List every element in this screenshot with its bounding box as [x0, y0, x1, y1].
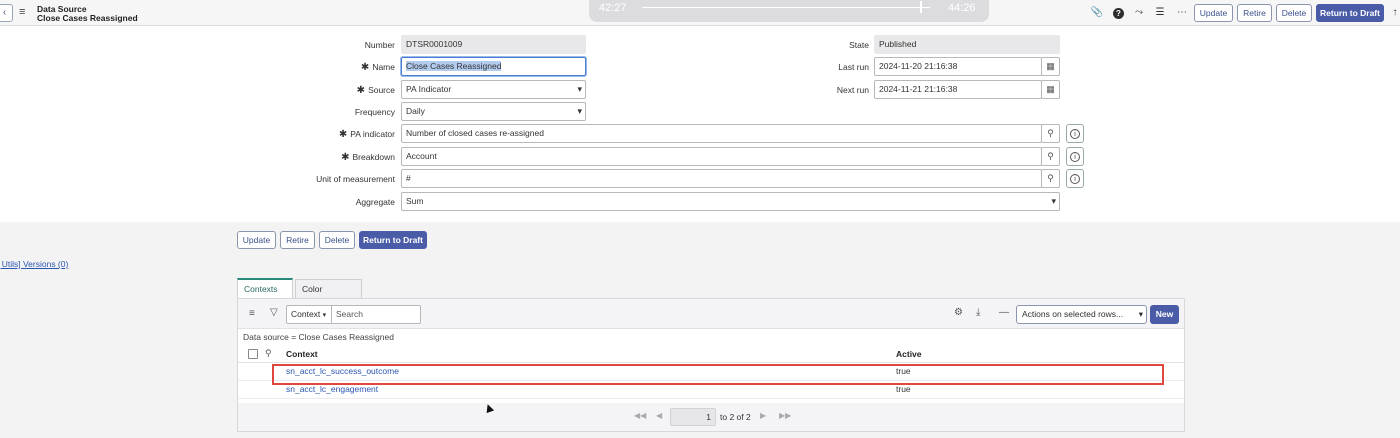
name-field[interactable]: Close Cases Reassigned — [401, 57, 586, 76]
list-menu-icon[interactable]: ≡ — [249, 308, 255, 319]
unit-label: Unit of measurement — [316, 174, 395, 184]
more-icon[interactable]: ⋯ — [1175, 6, 1189, 20]
video-progress-thumb[interactable] — [920, 1, 922, 13]
attachment-icon[interactable]: 📎 — [1090, 6, 1104, 20]
required-icon: ✱ — [341, 152, 350, 163]
video-elapsed: 42:27 — [599, 2, 627, 14]
related-links[interactable]: [ Utils] Versions (0) — [0, 259, 68, 269]
prev-page-icon[interactable]: ◀ — [656, 411, 662, 420]
retire-button[interactable]: Retire — [1237, 4, 1272, 22]
page-input[interactable]: 1 — [670, 408, 716, 426]
video-overlay: 42:27 44:26 — [589, 0, 989, 22]
number-field: DTSR0001009 — [401, 35, 586, 54]
aggregate-label: Aggregate — [355, 197, 395, 207]
pagination: ◀◀ ◀ 1 to 2 of 2 ▶ ▶▶ — [238, 403, 1184, 431]
search-icon[interactable]: ⚲ — [1041, 147, 1060, 166]
column-active[interactable]: Active — [896, 349, 922, 359]
return-to-draft-button-bottom[interactable]: Return to Draft — [359, 231, 427, 249]
frequency-select[interactable]: Daily — [401, 102, 586, 121]
collapse-icon[interactable]: — — [999, 307, 1009, 318]
delete-button[interactable]: Delete — [1276, 4, 1312, 22]
calendar-icon[interactable]: ▦ — [1041, 57, 1060, 76]
return-to-draft-button[interactable]: Return to Draft — [1316, 4, 1384, 22]
last-run-label: Last run — [838, 62, 869, 72]
retire-button-bottom[interactable]: Retire — [280, 231, 315, 249]
next-page-icon[interactable]: ▶ — [760, 411, 766, 420]
video-progress-track[interactable] — [642, 7, 930, 8]
menu-icon[interactable]: ≡ — [19, 6, 29, 18]
actions-select[interactable]: Actions on selected rows... — [1016, 305, 1147, 324]
back-icon[interactable]: ‹ — [0, 4, 13, 22]
required-icon: ✱ — [360, 62, 370, 73]
scroll-up-icon[interactable]: ↑ — [1388, 6, 1400, 20]
select-all-checkbox[interactable] — [248, 349, 258, 359]
unit-field[interactable]: # — [401, 169, 1042, 188]
list-toolbar: ≡ ▽ Context ▾ Search ⚙ ⤓ — Actions on se… — [238, 299, 1184, 329]
search-icon[interactable]: ⚲ — [1041, 124, 1060, 143]
filter-icon[interactable]: ▽ — [270, 307, 278, 318]
gear-icon[interactable]: ⚙ — [954, 307, 963, 318]
column-search-icon[interactable]: ⚲ — [265, 348, 272, 359]
last-page-icon[interactable]: ▶▶ — [779, 411, 791, 420]
highlight-box — [272, 364, 1164, 385]
required-icon: ✱ — [338, 129, 348, 140]
search-input[interactable]: Search — [331, 305, 421, 324]
settings-icon[interactable]: ☰ — [1153, 6, 1167, 20]
tab-color-bandings[interactable]: Color Bandings — [295, 279, 362, 313]
help-icon[interactable]: ? — [1113, 8, 1124, 19]
update-button[interactable]: Update — [1194, 4, 1233, 22]
active-value: true — [896, 384, 911, 394]
info-icon[interactable]: i — [1066, 169, 1084, 188]
required-icon: ✱ — [356, 85, 366, 96]
context-link[interactable]: sn_acct_lc_engagement — [286, 384, 378, 394]
number-label: Number — [364, 40, 395, 50]
info-icon[interactable]: i — [1066, 147, 1084, 166]
form-header: ‹ ≡ Data Source Close Cases Reassigned 4… — [0, 0, 1400, 26]
breakdown-field[interactable]: Account — [401, 147, 1042, 166]
page-range-text: to 2 of 2 — [720, 412, 751, 422]
search-icon[interactable]: ⚲ — [1041, 169, 1060, 188]
source-label: ✱ Source — [356, 85, 395, 96]
source-select[interactable]: PA Indicator — [401, 80, 586, 99]
next-run-field[interactable]: 2024-11-21 21:16:38 — [874, 80, 1042, 99]
state-field: Published — [874, 35, 1060, 54]
info-icon[interactable]: i — [1066, 124, 1084, 143]
video-remaining: 44:26 — [948, 2, 976, 14]
new-button[interactable]: New — [1150, 305, 1179, 324]
column-context[interactable]: Context — [286, 349, 318, 359]
name-field-value: Close Cases Reassigned — [406, 61, 502, 71]
next-run-label: Next run — [836, 85, 869, 95]
activity-icon[interactable]: ⤳ — [1132, 6, 1146, 20]
last-run-field[interactable]: 2024-11-20 21:16:38 — [874, 57, 1042, 76]
pa-indicator-label: ✱ PA indicator — [338, 129, 395, 140]
pa-indicator-field[interactable]: Number of closed cases re-assigned — [401, 124, 1042, 143]
update-button-bottom[interactable]: Update — [237, 231, 276, 249]
tab-contexts[interactable]: Contexts (2) — [237, 278, 293, 313]
breakdown-label: ✱ Breakdown — [341, 152, 395, 163]
delete-button-bottom[interactable]: Delete — [319, 231, 355, 249]
calendar-icon[interactable]: ▦ — [1041, 80, 1060, 99]
first-page-icon[interactable]: ◀◀ — [634, 411, 646, 420]
aggregate-select[interactable]: Sum — [401, 192, 1060, 211]
list-header: ⚲ Context Active — [238, 345, 1184, 363]
filter-breadcrumb[interactable]: Data source = Close Cases Reassigned — [243, 332, 394, 342]
record-name-title: Close Cases Reassigned — [37, 13, 138, 23]
context-select[interactable]: Context ▾ — [286, 305, 332, 324]
name-label: ✱ Name — [360, 62, 395, 73]
download-icon[interactable]: ⤓ — [976, 307, 980, 318]
state-label: State — [849, 40, 869, 50]
frequency-label: Frequency — [354, 107, 395, 117]
